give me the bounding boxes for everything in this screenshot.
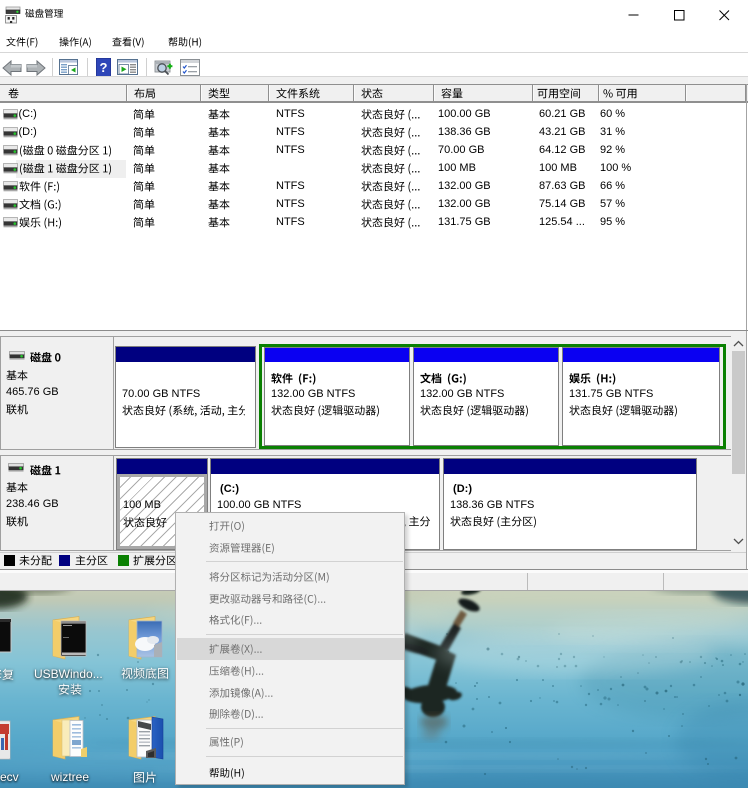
- svg-text:?: ?: [100, 60, 108, 75]
